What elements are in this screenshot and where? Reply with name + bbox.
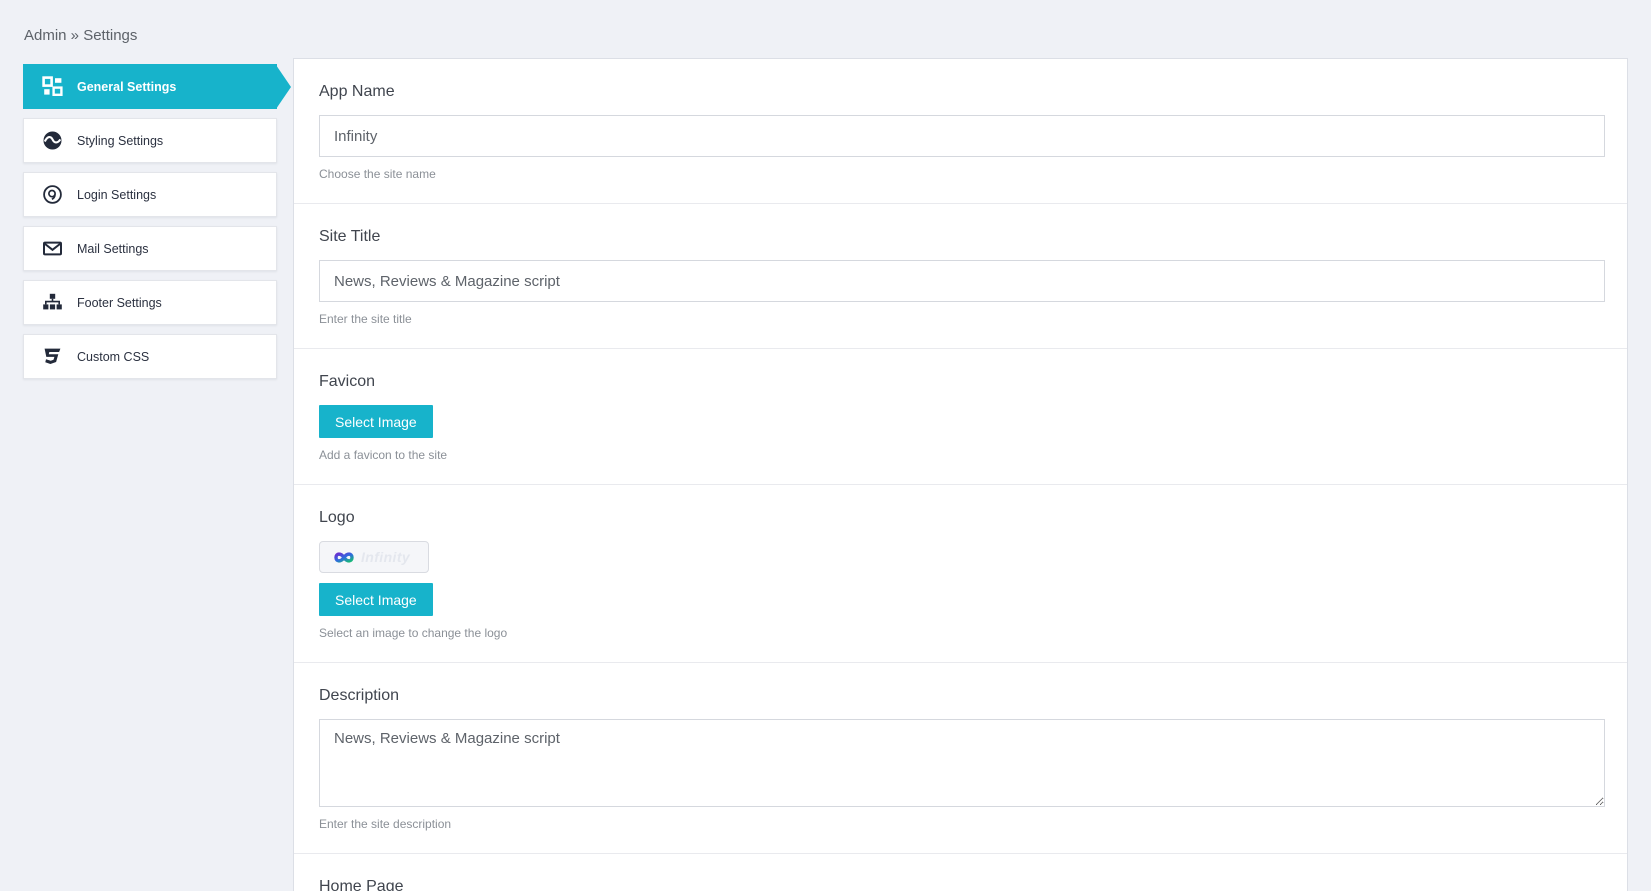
form-group-logo: Logo Infinity Select Image Select an ima… <box>294 485 1627 663</box>
description-textarea[interactable]: News, Reviews & Magazine script <box>319 719 1605 807</box>
settings-sidebar: General Settings Styling Settings Login … <box>23 64 277 388</box>
infinity-logo-icon <box>329 548 359 567</box>
sitemap-icon <box>42 292 63 313</box>
sidebar-item-mail-settings[interactable]: Mail Settings <box>23 226 277 271</box>
login-icon <box>42 184 63 205</box>
app-name-input[interactable] <box>319 115 1605 157</box>
form-group-favicon: Favicon Select Image Add a favicon to th… <box>294 349 1627 485</box>
description-helper: Enter the site description <box>319 817 452 831</box>
app-name-helper: Choose the site name <box>319 167 436 181</box>
favicon-select-image-button[interactable]: Select Image <box>319 405 433 438</box>
form-group-description: Description News, Reviews & Magazine scr… <box>294 663 1627 854</box>
sidebar-item-login-settings[interactable]: Login Settings <box>23 172 277 217</box>
logo-preview-text: Infinity <box>361 549 411 565</box>
logo-label: Logo <box>319 509 355 526</box>
favicon-label: Favicon <box>319 373 376 390</box>
styling-icon <box>42 130 63 151</box>
breadcrumb: Admin » Settings <box>24 27 137 44</box>
mail-icon <box>42 238 63 259</box>
dashboard-icon <box>42 76 63 97</box>
sidebar-item-label: Footer Settings <box>77 295 162 310</box>
favicon-helper: Add a favicon to the site <box>319 448 448 462</box>
logo-preview-image: Infinity <box>319 541 429 573</box>
form-group-site-title: Site Title Enter the site title <box>294 204 1627 349</box>
description-label: Description <box>319 687 400 704</box>
app-name-label: App Name <box>319 83 395 100</box>
sidebar-item-label: Mail Settings <box>77 241 149 256</box>
settings-panel: App Name Choose the site name Site Title… <box>293 58 1628 891</box>
css3-icon <box>42 346 63 367</box>
logo-helper: Select an image to change the logo <box>319 626 508 640</box>
form-group-app-name: App Name Choose the site name <box>294 59 1627 204</box>
sidebar-item-custom-css[interactable]: Custom CSS <box>23 334 277 379</box>
sidebar-item-label: Styling Settings <box>77 133 164 148</box>
site-title-label: Site Title <box>319 228 381 245</box>
form-group-home-page: Home Page <box>294 854 1627 891</box>
sidebar-item-styling-settings[interactable]: Styling Settings <box>23 118 277 163</box>
breadcrumb-text: Admin » Settings <box>24 27 138 44</box>
sidebar-item-label: General Settings <box>77 79 177 94</box>
sidebar-item-general-settings[interactable]: General Settings <box>23 64 277 109</box>
site-title-helper: Enter the site title <box>319 312 412 326</box>
site-title-input[interactable] <box>319 260 1605 302</box>
home-page-label: Home Page <box>319 878 404 891</box>
sidebar-item-footer-settings[interactable]: Footer Settings <box>23 280 277 325</box>
logo-select-image-button[interactable]: Select Image <box>319 583 433 616</box>
sidebar-item-label: Custom CSS <box>77 349 150 364</box>
sidebar-item-label: Login Settings <box>77 187 157 202</box>
